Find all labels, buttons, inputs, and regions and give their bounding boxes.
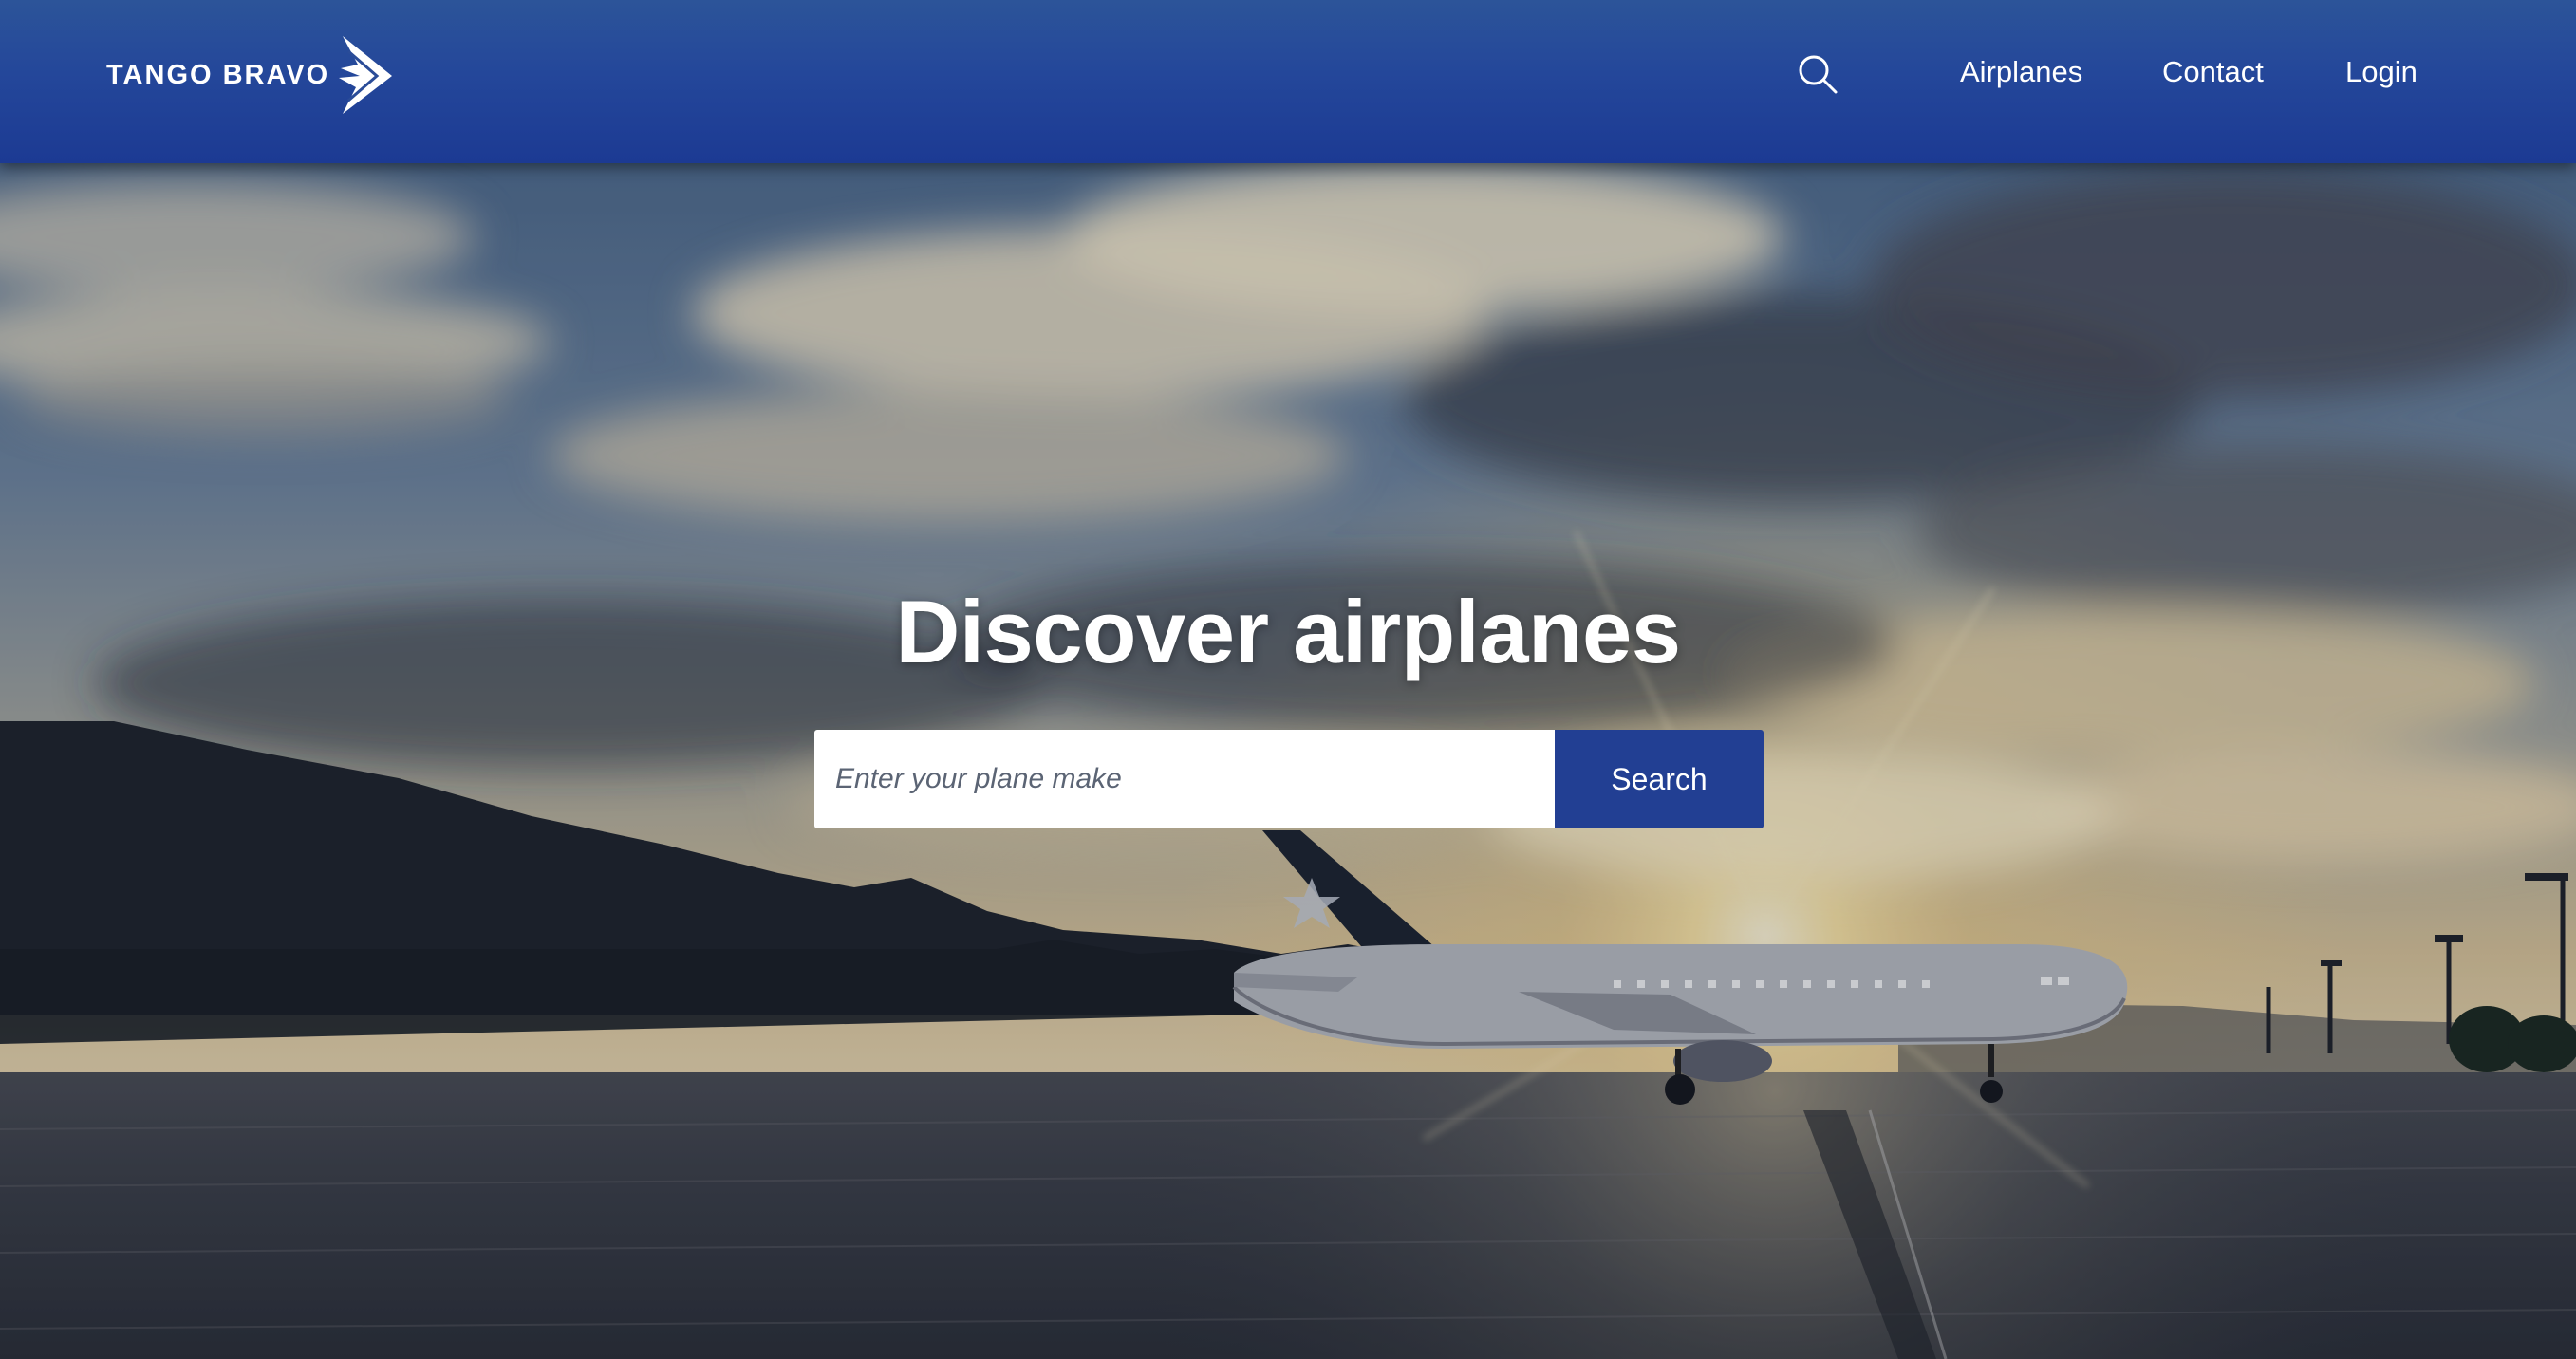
plane-make-search-input[interactable] xyxy=(814,730,1555,828)
nav-link-airplanes[interactable]: Airplanes xyxy=(1960,55,2082,89)
plane-search-form: Search xyxy=(814,730,1764,828)
site-header: TANGO BRAVO Airplanes Contact Login xyxy=(0,0,2576,163)
hero-title: Discover airplanes xyxy=(895,582,1682,681)
page: TANGO BRAVO Airplanes Contact Login Disc… xyxy=(0,0,2576,1359)
brand-logo[interactable]: TANGO BRAVO xyxy=(106,32,398,118)
nav-link-login[interactable]: Login xyxy=(2345,55,2417,89)
nav-link-contact[interactable]: Contact xyxy=(2162,55,2264,89)
search-button[interactable]: Search xyxy=(1555,730,1764,828)
brand-name: TANGO BRAVO xyxy=(106,59,330,90)
search-icon[interactable] xyxy=(1796,52,1839,96)
paper-plane-arrow-icon xyxy=(339,36,393,114)
